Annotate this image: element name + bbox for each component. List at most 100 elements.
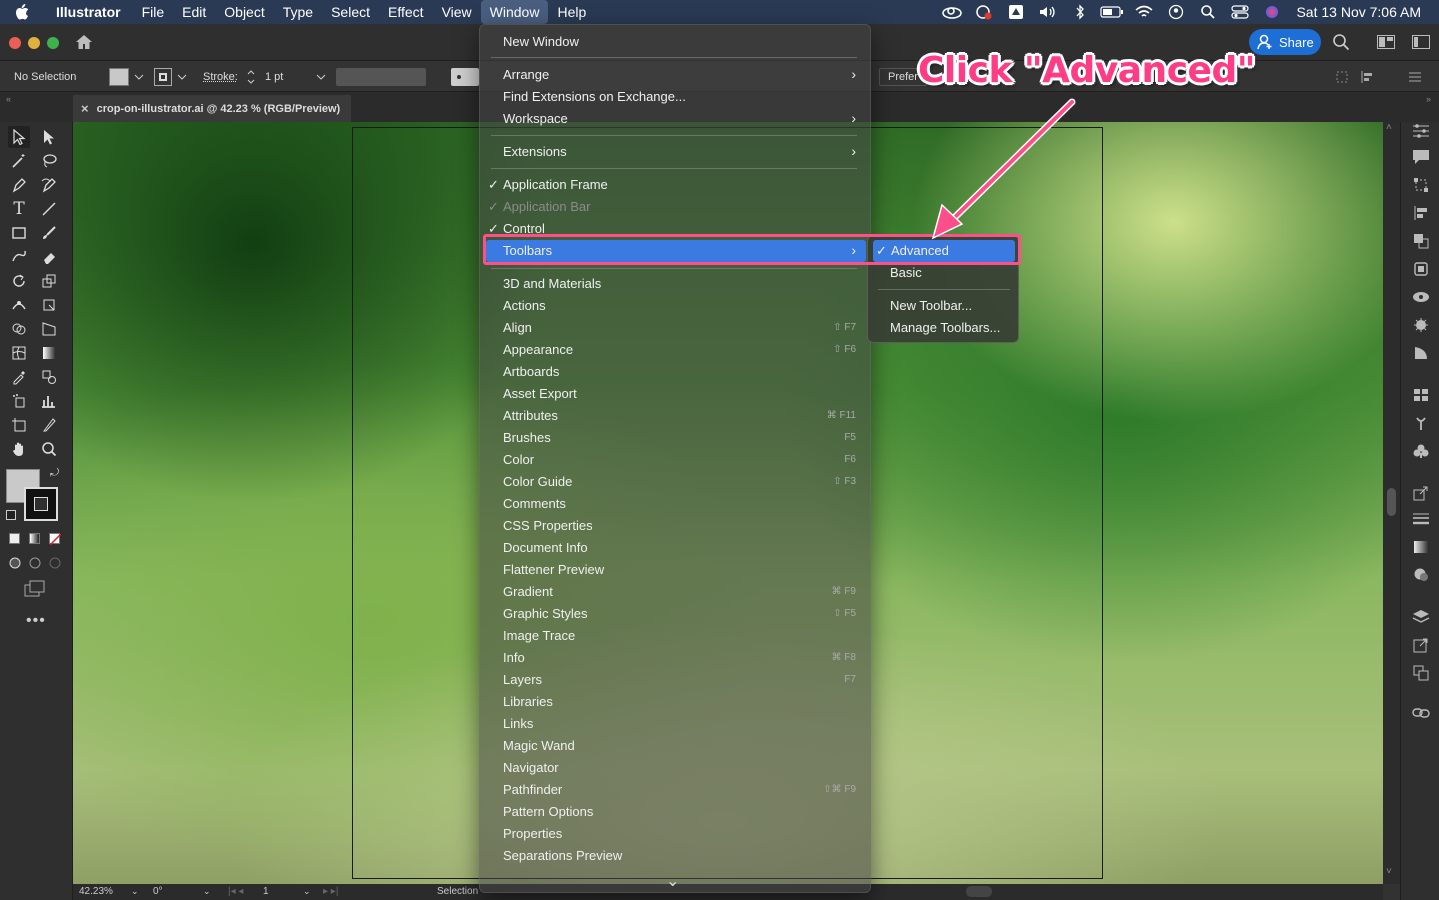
control-menu-icon[interactable] bbox=[1408, 61, 1422, 92]
menu-item-panel[interactable]: Appearance ⇧ F6 bbox=[480, 339, 870, 361]
menu-item-panel[interactable]: Gradient ⌘ F9 bbox=[480, 581, 870, 603]
menubar-type[interactable]: Type bbox=[274, 0, 322, 24]
variable-width-profile[interactable] bbox=[336, 67, 426, 86]
width-tool-icon[interactable] bbox=[8, 294, 30, 316]
apple-menu-icon[interactable] bbox=[0, 4, 44, 20]
layers-panel-icon[interactable] bbox=[1410, 606, 1432, 628]
collapse-panels-icon[interactable]: » bbox=[1426, 94, 1431, 104]
gradient-tool-icon[interactable] bbox=[38, 342, 60, 364]
line-tool-icon[interactable] bbox=[38, 198, 60, 220]
chevron-down-icon[interactable] bbox=[176, 72, 188, 82]
menubar-select[interactable]: Select bbox=[322, 0, 379, 24]
column-graph-tool-icon[interactable] bbox=[38, 390, 60, 412]
menu-item-new-window[interactable]: New Window bbox=[480, 31, 870, 53]
symbols-panel-icon[interactable] bbox=[1410, 440, 1432, 462]
share-button[interactable]: Share bbox=[1249, 29, 1321, 55]
scroll-thumb[interactable] bbox=[1387, 488, 1396, 516]
menu-item-extensions[interactable]: Extensions › bbox=[480, 141, 870, 163]
transform-icon[interactable] bbox=[1335, 61, 1349, 92]
comments-panel-icon[interactable] bbox=[1410, 146, 1432, 168]
menu-item-panel[interactable]: Brushes F5 bbox=[480, 427, 870, 449]
zoom-tool-icon[interactable] bbox=[38, 438, 60, 460]
menu-item-panel[interactable]: Navigator bbox=[480, 757, 870, 779]
chevron-down-icon[interactable]: ⌄ bbox=[303, 886, 311, 897]
spotlight-icon[interactable] bbox=[1192, 0, 1224, 24]
symbol-sprayer-tool-icon[interactable] bbox=[8, 390, 30, 412]
menu-item-application-frame[interactable]: ✓ Application Frame bbox=[480, 174, 870, 196]
stroke-swatch[interactable] bbox=[154, 67, 172, 86]
scroll-up-icon[interactable]: ˄ bbox=[1386, 122, 1392, 133]
swap-colors-icon[interactable]: ⤾ bbox=[50, 467, 59, 480]
document-tab[interactable]: × crop-on-illustrator.ai @ 42.23 % (RGB/… bbox=[73, 95, 351, 122]
submenu-item-new-toolbar[interactable]: New Toolbar... bbox=[868, 295, 1020, 317]
draw-inside-icon[interactable] bbox=[44, 552, 66, 574]
default-colors-icon[interactable] bbox=[6, 510, 16, 520]
home-icon[interactable] bbox=[74, 33, 94, 51]
submenu-item-basic[interactable]: Basic bbox=[868, 262, 1020, 284]
menu-item-find-extensions[interactable]: Find Extensions on Exchange... bbox=[480, 86, 870, 108]
bluetooth-icon[interactable] bbox=[1064, 0, 1096, 24]
export-panel-icon[interactable] bbox=[1410, 634, 1432, 656]
menu-item-panel[interactable]: Color F6 bbox=[480, 449, 870, 471]
menu-item-panel[interactable]: Links bbox=[480, 713, 870, 735]
perspective-grid-tool-icon[interactable] bbox=[38, 318, 60, 340]
scroll-down-arrow-icon[interactable]: ⌄ bbox=[666, 871, 679, 891]
wifi-icon[interactable] bbox=[1128, 0, 1160, 24]
mesh-tool-icon[interactable] bbox=[8, 342, 30, 364]
menu-item-panel[interactable]: Attributes ⌘ F11 bbox=[480, 405, 870, 427]
chevron-down-icon[interactable]: ⌄ bbox=[203, 886, 211, 897]
menubar-file[interactable]: File bbox=[133, 0, 174, 24]
stroke-color-swatch[interactable] bbox=[24, 487, 58, 521]
battery-icon[interactable] bbox=[1096, 0, 1128, 24]
chevron-down-icon[interactable] bbox=[315, 72, 327, 82]
menu-item-panel[interactable]: Artboards bbox=[480, 361, 870, 383]
menubar-object[interactable]: Object bbox=[215, 0, 273, 24]
menu-item-panel[interactable]: Align ⇧ F7 bbox=[480, 317, 870, 339]
menubar-help[interactable]: Help bbox=[548, 0, 595, 24]
lasso-tool-icon[interactable] bbox=[38, 150, 60, 172]
asset-export-panel-icon[interactable] bbox=[1410, 482, 1432, 504]
menu-item-panel[interactable]: Pathfinder ⇧⌘ F9 bbox=[480, 779, 870, 801]
menubar-clock[interactable]: Sat 13 Nov 7:06 AM bbox=[1288, 4, 1439, 20]
submenu-item-manage-toolbars[interactable]: Manage Toolbars... bbox=[868, 317, 1020, 339]
menubar-effect[interactable]: Effect bbox=[379, 0, 433, 24]
stroke-label[interactable]: Stroke: bbox=[203, 61, 238, 92]
menu-item-panel[interactable]: Actions bbox=[480, 295, 870, 317]
free-transform-tool-icon[interactable] bbox=[38, 294, 60, 316]
fill-swatch[interactable] bbox=[109, 67, 129, 86]
rectangle-tool-icon[interactable] bbox=[8, 222, 30, 244]
horizontal-scroll-thumb[interactable] bbox=[966, 886, 992, 897]
current-tool-status[interactable]: Selection bbox=[437, 886, 478, 897]
appearance-panel-icon[interactable] bbox=[1410, 314, 1432, 336]
draw-normal-icon[interactable] bbox=[4, 552, 26, 574]
menu-item-panel[interactable]: Libraries bbox=[480, 691, 870, 713]
collapse-toolbar-icon[interactable]: « bbox=[6, 94, 11, 104]
menu-item-panel[interactable]: Document Info bbox=[480, 537, 870, 559]
zoom-level-field[interactable]: 42.23% bbox=[79, 886, 113, 897]
pen-tool-icon[interactable] bbox=[8, 174, 30, 196]
rotation-field[interactable]: 0° bbox=[153, 886, 163, 897]
shaper-tool-icon[interactable] bbox=[8, 246, 30, 268]
artboard-tool-icon[interactable] bbox=[8, 414, 30, 436]
blend-tool-icon[interactable] bbox=[38, 366, 60, 388]
swatches-panel-icon[interactable] bbox=[1410, 384, 1432, 406]
eyedropper-tool-icon[interactable] bbox=[8, 366, 30, 388]
menu-item-panel[interactable]: CSS Properties bbox=[480, 515, 870, 537]
eraser-tool-icon[interactable] bbox=[38, 246, 60, 268]
gradient-panel-icon[interactable] bbox=[1410, 536, 1432, 558]
menu-item-panel[interactable]: Image Trace bbox=[480, 625, 870, 647]
pathfinder-panel-icon[interactable] bbox=[1410, 230, 1432, 252]
search-icon[interactable] bbox=[1332, 33, 1350, 51]
transparency-panel-icon[interactable] bbox=[1410, 342, 1432, 364]
panel-layout-icon[interactable] bbox=[1412, 35, 1430, 49]
siri-icon[interactable] bbox=[1256, 0, 1288, 24]
chevron-down-icon[interactable]: ⌄ bbox=[131, 886, 139, 897]
menu-item-panel[interactable]: Layers F7 bbox=[480, 669, 870, 691]
shape-builder-tool-icon[interactable] bbox=[8, 318, 30, 340]
menubar-app-name[interactable]: Illustrator bbox=[44, 0, 133, 24]
menubar-window[interactable]: Window bbox=[480, 0, 549, 24]
stroke-weight-field[interactable]: 1 pt bbox=[261, 71, 283, 83]
links-panel-icon[interactable] bbox=[1410, 702, 1432, 724]
menu-item-panel[interactable]: Comments bbox=[480, 493, 870, 515]
artboard-number-field[interactable]: 1 bbox=[263, 886, 269, 897]
